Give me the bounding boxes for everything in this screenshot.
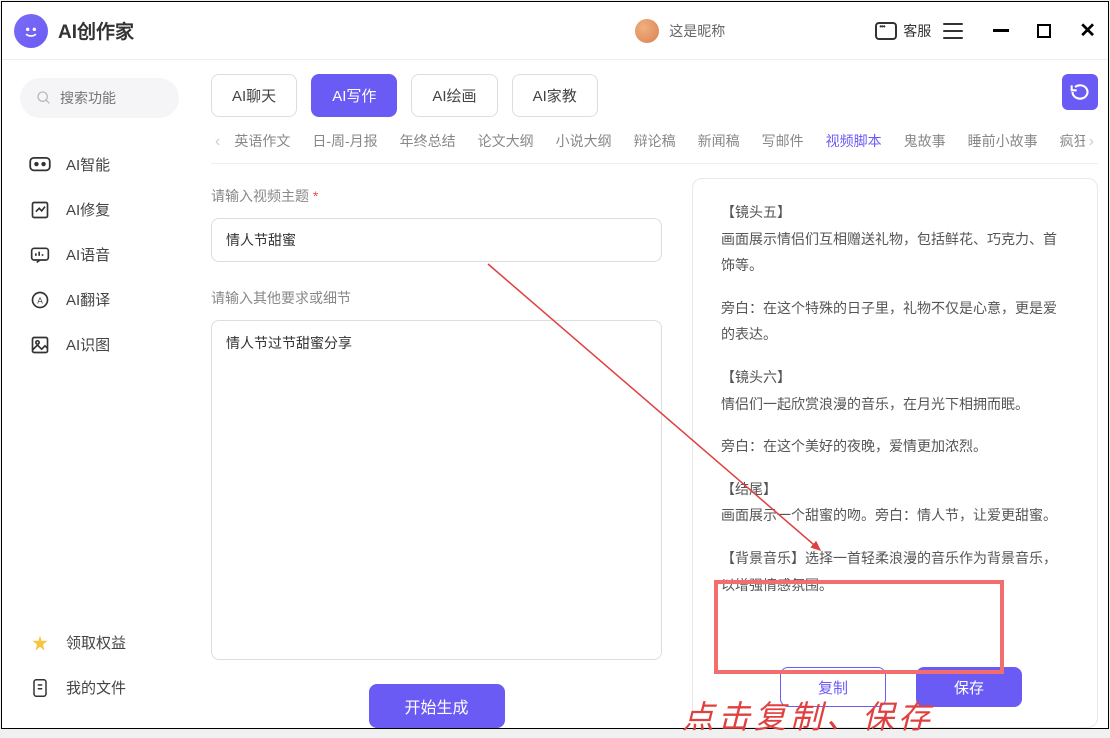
subtabs-bar: ‹ 英语作文日-周-月报 年终总结论文大纲小说大纲辩论稿新闻稿写邮件视频脚本鬼故事… <box>211 131 1098 164</box>
subtab-7[interactable]: 写邮件 <box>762 131 804 153</box>
top-tab-0[interactable]: AI聊天 <box>211 74 297 117</box>
top-tab-3[interactable]: AI家教 <box>512 74 598 117</box>
sidebar-icon <box>28 200 52 220</box>
history-button[interactable] <box>1062 74 1098 110</box>
sidebar-item-label: AI智能 <box>66 154 110 175</box>
chevron-left-icon[interactable]: ‹ <box>211 133 224 151</box>
sidebar-footer-item-1[interactable]: 我的文件 <box>20 665 179 710</box>
subtab-6[interactable]: 新闻稿 <box>698 131 740 153</box>
sidebar-item-label: AI语音 <box>66 244 110 265</box>
sidebar-item-0[interactable]: AI智能 <box>20 142 179 187</box>
sidebar-footer-label: 我的文件 <box>66 677 126 698</box>
output-panel: 【镜头五】画面展示情侣们互相赠送礼物，包括鲜花、巧克力、首饰等。旁白：在这个特殊… <box>692 178 1098 728</box>
subtab-5[interactable]: 辩论稿 <box>634 131 676 153</box>
subtab-4[interactable]: 小说大纲 <box>556 131 612 153</box>
sidebar-footer-icon <box>28 678 52 698</box>
main-content: AI聊天 AI写作 AI绘画 AI家教 ‹ 英语作文日-周-月报 年终总结论文大纲小说大… <box>197 60 1108 728</box>
sidebar-icon <box>28 335 52 355</box>
sidebar-icon <box>28 155 52 175</box>
svg-text:A: A <box>37 295 43 305</box>
subtab-10[interactable]: 睡前小故事 <box>968 131 1038 153</box>
subtab-3[interactable]: 论文大纲 <box>478 131 534 153</box>
generate-button[interactable]: 开始生成 <box>369 684 505 728</box>
window-close-button[interactable]: ✕ <box>1079 18 1096 43</box>
subtab-11[interactable]: 疯狂 <box>1060 131 1085 153</box>
nickname[interactable]: 这是昵称 <box>669 21 725 41</box>
output-text: 【镜头五】画面展示情侣们互相赠送礼物，包括鲜花、巧克力、首饰等。旁白：在这个特殊… <box>721 199 1081 647</box>
sidebar-item-label: AI修复 <box>66 199 110 220</box>
sidebar-footer-icon <box>28 633 52 653</box>
search-box[interactable] <box>20 78 179 118</box>
menu-icon[interactable] <box>943 23 963 39</box>
customer-service-label: 客服 <box>903 21 931 41</box>
top-tab-1[interactable]: AI写作 <box>311 74 397 117</box>
customer-service-button[interactable]: 客服 <box>875 21 931 41</box>
sidebar-item-2[interactable]: AI语音 <box>20 232 179 277</box>
app-logo <box>14 14 48 48</box>
search-icon <box>36 90 52 106</box>
save-button[interactable]: 保存 <box>916 667 1022 707</box>
detail-textarea[interactable] <box>211 320 662 660</box>
subtab-1[interactable]: 日-周-月报 <box>312 131 377 153</box>
sidebar: AI智能 AI修复 AI语音 A AI翻译 AI识图 领取权益我的文件 <box>2 60 197 728</box>
topic-input[interactable] <box>211 218 662 262</box>
subtab-2[interactable]: 年终总结 <box>400 131 456 153</box>
sidebar-item-4[interactable]: AI识图 <box>20 322 179 367</box>
avatar[interactable] <box>635 19 659 43</box>
window-minimize-button[interactable] <box>993 29 1009 32</box>
sidebar-footer-item-0[interactable]: 领取权益 <box>20 620 179 665</box>
top-tab-2[interactable]: AI绘画 <box>411 74 497 117</box>
sidebar-footer-label: 领取权益 <box>66 632 126 653</box>
topic-label: 请输入视频主题 * <box>211 186 662 206</box>
detail-label: 请输入其他要求或细节 <box>211 288 662 308</box>
input-panel: 请输入视频主题 * 请输入其他要求或细节 开始生成 <box>211 186 662 728</box>
subtab-8[interactable]: 视频脚本 <box>826 131 882 153</box>
subtab-9[interactable]: 鬼故事 <box>904 131 946 153</box>
sidebar-icon <box>28 245 52 265</box>
window-maximize-button[interactable] <box>1037 24 1051 38</box>
sidebar-item-label: AI翻译 <box>66 289 110 310</box>
sidebar-item-label: AI识图 <box>66 334 110 355</box>
app-title: AI创作家 <box>58 17 134 44</box>
sidebar-item-1[interactable]: AI修复 <box>20 187 179 232</box>
titlebar: AI创作家 这是昵称 客服 ✕ <box>2 2 1108 60</box>
sidebar-item-3[interactable]: A AI翻译 <box>20 277 179 322</box>
search-input[interactable] <box>60 90 160 106</box>
sidebar-icon: A <box>28 290 52 310</box>
copy-button[interactable]: 复制 <box>780 667 886 707</box>
subtab-0[interactable]: 英语作文 <box>234 131 290 153</box>
chevron-right-icon[interactable]: › <box>1085 133 1098 151</box>
chat-icon <box>875 22 897 40</box>
